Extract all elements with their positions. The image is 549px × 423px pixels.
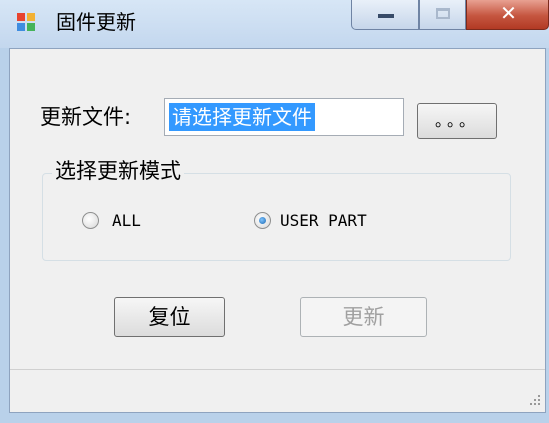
title-bar[interactable]: 固件更新 ✕ [0,0,549,48]
resize-grip-icon[interactable] [527,392,541,406]
minimize-icon [378,14,394,18]
minimize-button[interactable] [351,0,419,30]
radio-all-label[interactable]: ALL [112,209,141,233]
radio-user-part[interactable] [254,212,271,229]
browse-button[interactable]: 。。。 [417,103,497,139]
window-title: 固件更新 [56,10,136,34]
update-button-label: 更新 [342,305,385,329]
file-path-input[interactable]: 请选择更新文件 [164,98,404,136]
maximize-icon [436,8,450,19]
client-area: 更新文件: 请选择更新文件 。。。 选择更新模式 ALL USER PART 复… [9,48,546,413]
radio-user-part-label[interactable]: USER PART [280,209,367,233]
reset-button-label: 复位 [148,305,191,329]
reset-button[interactable]: 复位 [114,297,225,337]
firmware-update-window: 固件更新 ✕ 更新文件: 请选择更新文件 。。。 选择更新模式 ALL USER… [0,0,549,423]
update-button[interactable]: 更新 [300,297,427,337]
browse-button-label: 。。。 [434,111,479,130]
update-mode-group-title: 选择更新模式 [52,157,184,185]
app-window-icon [17,13,35,31]
close-button[interactable]: ✕ [466,0,549,30]
close-icon: ✕ [500,1,517,25]
status-bar [10,369,545,412]
maximize-button[interactable] [419,0,466,30]
radio-all[interactable] [82,212,99,229]
file-label: 更新文件: [40,105,132,129]
file-path-value: 请选择更新文件 [169,103,315,131]
